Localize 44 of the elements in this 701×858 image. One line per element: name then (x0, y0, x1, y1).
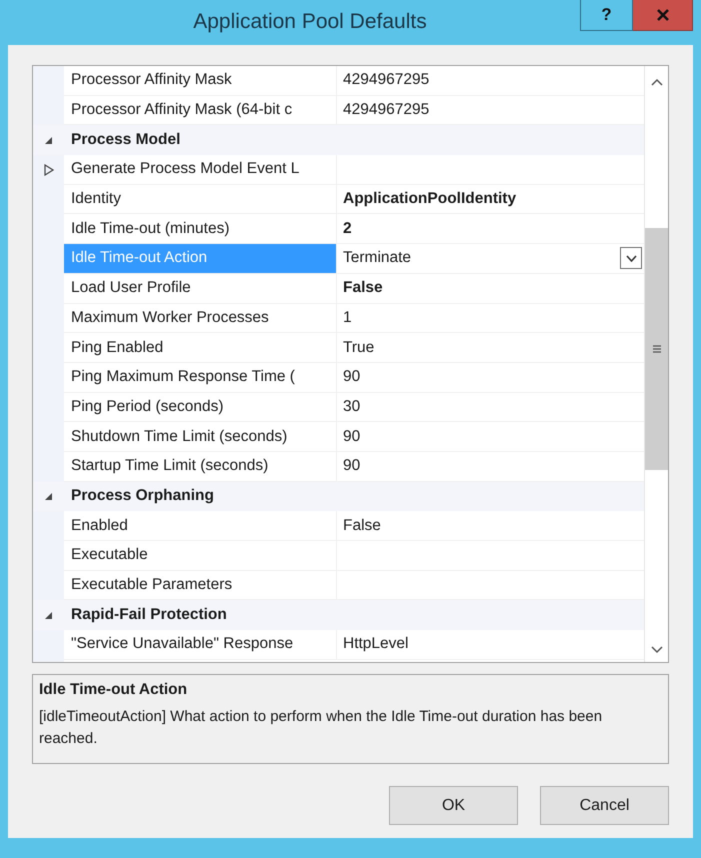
cancel-button[interactable]: Cancel (540, 786, 669, 825)
close-icon (656, 9, 668, 21)
property-name[interactable]: Shutdown Time Limit (seconds) (64, 422, 337, 452)
property-value: Terminate (343, 249, 412, 268)
scroll-down-icon (650, 645, 662, 654)
property-value: True (343, 338, 374, 357)
grip-icon (652, 345, 662, 353)
dropdown-button[interactable] (620, 247, 642, 270)
property-name[interactable]: Processor Affinity Mask (64, 66, 337, 96)
collapse-icon (44, 492, 53, 501)
scrollbar-thumb[interactable] (645, 228, 668, 470)
property-name[interactable]: Ping Enabled (64, 333, 337, 363)
property-name[interactable]: Ping Period (seconds) (64, 392, 337, 422)
property-name[interactable]: Executable (64, 541, 337, 571)
description-text: [idleTimeoutAction] What action to perform when the Idle Time-out duration has been reached. (39, 707, 604, 749)
ok-button[interactable]: OK (389, 786, 518, 825)
help-button[interactable]: ? (580, 0, 633, 31)
property-value: 1 (343, 308, 352, 327)
description-title: Idle Time-out Action (39, 681, 188, 699)
property-name[interactable]: Identity (64, 184, 337, 214)
property-name[interactable]: Enabled (64, 511, 337, 541)
property-name[interactable]: Generate Process Model Event L (64, 155, 337, 185)
scrollbar[interactable] (644, 66, 668, 662)
property-name[interactable]: Ping Maximum Response Time ( (64, 362, 337, 393)
property-value: False (343, 279, 383, 298)
property-name[interactable]: Maximum Worker Processes (64, 304, 337, 334)
collapse-icon (44, 136, 53, 145)
property-value: HttpLevel (343, 635, 408, 654)
window-title: Application Pool Defaults (192, 9, 428, 34)
property-value: 4294967295 (343, 71, 430, 90)
scroll-up-icon (650, 78, 662, 87)
property-value: False (343, 516, 381, 535)
close-button[interactable] (633, 0, 693, 31)
property-value: 90 (343, 428, 360, 446)
property-value: 30 (343, 398, 360, 416)
collapse-icon (44, 610, 53, 620)
property-value: ApplicationPoolIdentity (343, 190, 516, 208)
property-value: 2 (343, 220, 352, 238)
property-value: 4294967295 (343, 101, 430, 120)
property-name[interactable]: "Service Unavailable" Response (64, 630, 337, 660)
property-value: 90 (343, 368, 360, 386)
property-value: 90 (343, 457, 360, 476)
property-name[interactable]: Load User Profile (64, 274, 337, 304)
chevron-down-icon (626, 254, 636, 262)
